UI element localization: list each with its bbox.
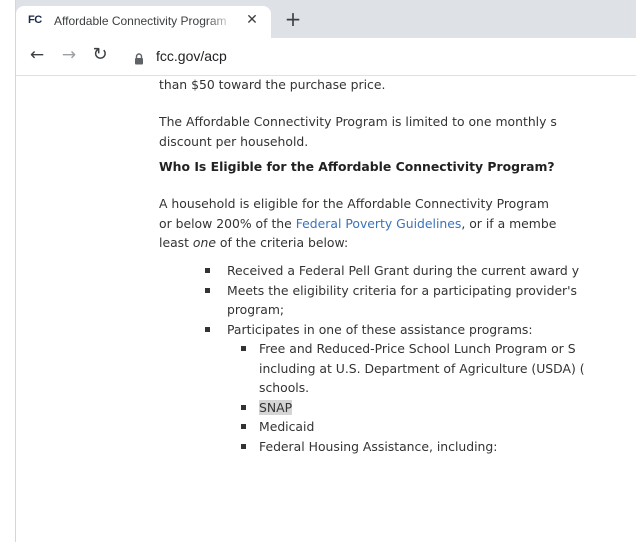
url-text[interactable]: fcc.gov/acp	[156, 48, 227, 64]
paragraph-limit-line: The Affordable Connectivity Program is l…	[159, 114, 557, 129]
forward-button[interactable]: →	[58, 44, 80, 66]
tab-title: Affordable Connectivity Program	[54, 14, 227, 28]
list-item-text: Free and Reduced-Price School Lunch Prog…	[259, 341, 576, 356]
list-item-text: Federal Housing Assistance, including:	[259, 438, 498, 454]
list-item-snap: SNAP	[227, 398, 585, 418]
bullet-icon	[241, 424, 246, 429]
list-item-school-lunch: Free and Reduced-Price School Lunch Prog…	[227, 339, 585, 398]
paragraph-eligibility: A household is eligible for the Affordab…	[159, 194, 556, 253]
bullet-icon	[205, 287, 210, 293]
bullet-icon	[205, 268, 210, 273]
list-item-text: Meets the eligibility criteria for a par…	[227, 282, 578, 298]
browser-window: FC Affordable Connectivity Program ✕ + ←…	[15, 0, 636, 542]
bullet-icon	[205, 326, 210, 332]
bullet-icon	[241, 443, 246, 449]
list-item-housing: Federal Housing Assistance, including:	[227, 437, 585, 457]
browser-toolbar: ← → ↻ fcc.gov/acp	[16, 38, 636, 76]
paragraph-limit-line: discount per household.	[159, 133, 309, 149]
eligibility-line: or below 200% of the	[159, 215, 296, 231]
list-item-provider: Meets the eligibility criteria for a par…	[159, 281, 585, 320]
list-item-text: Participates in one of these assistance …	[227, 321, 533, 337]
eligibility-line: A household is eligible for the Affordab…	[159, 196, 549, 211]
fcc-favicon-icon: FC	[28, 14, 42, 26]
list-item-text: schools.	[259, 380, 310, 395]
eligibility-line: of the criteria below:	[215, 235, 349, 250]
paragraph-price: than $50 toward the purchase price.	[159, 77, 386, 92]
list-item-text: program;	[227, 302, 285, 317]
list-item-text: Received a Federal Pell Grant during the…	[227, 263, 580, 278]
eligibility-line: , or if a membe	[461, 215, 557, 231]
tab-strip: FC Affordable Connectivity Program ✕ +	[16, 0, 636, 38]
address-bar[interactable]: fcc.gov/acp	[122, 42, 636, 70]
list-item-medicaid: Medicaid	[227, 417, 585, 437]
list-item-text: including at U.S. Department of Agricult…	[259, 360, 585, 376]
paragraph-limit: The Affordable Connectivity Program is l…	[159, 112, 557, 151]
list-item-pell: Received a Federal Pell Grant during the…	[159, 261, 585, 281]
lock-icon[interactable]	[134, 50, 144, 69]
list-item-text: Medicaid	[259, 419, 315, 434]
close-icon[interactable]: ✕	[243, 11, 261, 29]
bullet-icon	[241, 346, 246, 351]
new-tab-button[interactable]: +	[282, 9, 304, 31]
selected-text-snap[interactable]: SNAP	[259, 399, 293, 415]
eligibility-line: least	[159, 235, 193, 250]
section-heading-eligibility: Who Is Eligible for the Affordable Conne…	[159, 159, 555, 174]
federal-poverty-guidelines-link[interactable]: Federal Poverty Guidelines	[296, 216, 462, 231]
emphasis-one: one	[192, 235, 216, 250]
reload-button[interactable]: ↻	[89, 44, 111, 66]
assistance-programs-list: Free and Reduced-Price School Lunch Prog…	[227, 339, 585, 456]
browser-tab-acp[interactable]: FC Affordable Connectivity Program ✕	[16, 6, 271, 38]
back-button[interactable]: ←	[26, 44, 48, 66]
bullet-icon	[241, 404, 246, 410]
criteria-list: Received a Federal Pell Grant during the…	[159, 261, 585, 456]
list-item-assistance: Participates in one of these assistance …	[159, 320, 585, 457]
